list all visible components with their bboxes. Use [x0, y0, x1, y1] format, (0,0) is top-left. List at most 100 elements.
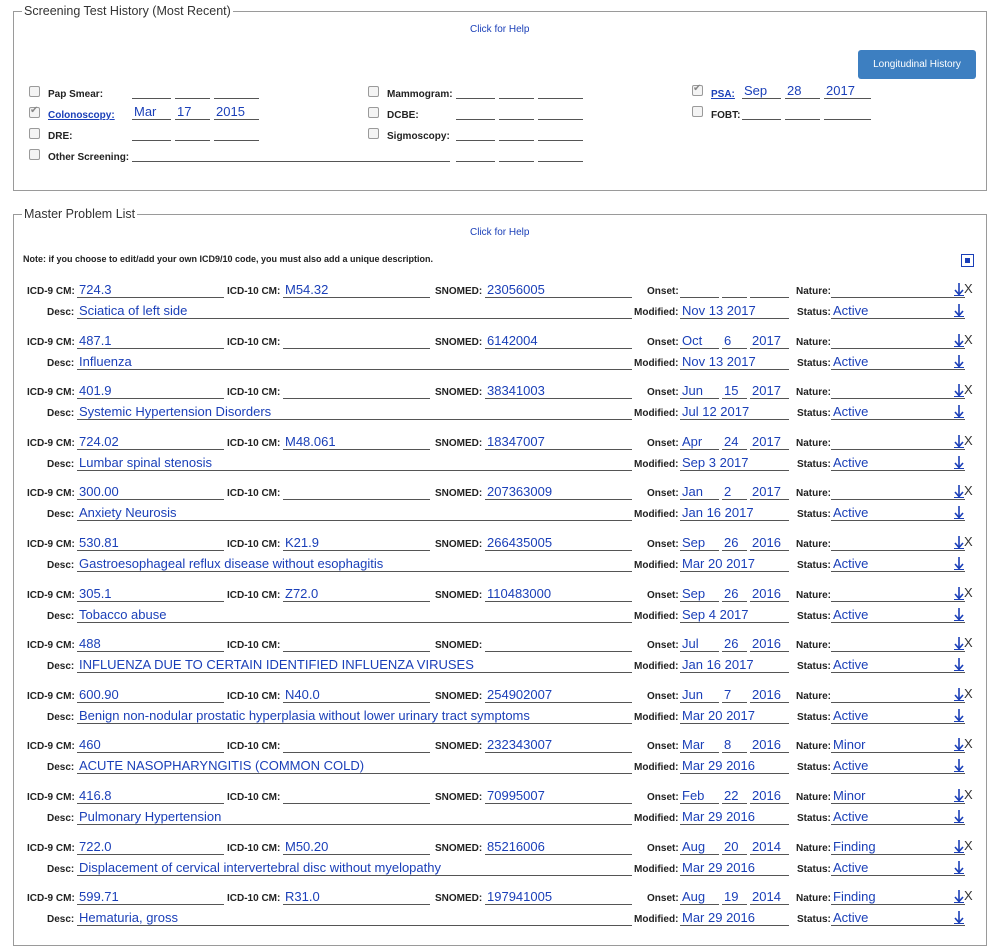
- onset-month-field[interactable]: Oct: [680, 332, 719, 349]
- snomed-field[interactable]: 197941005: [485, 888, 632, 906]
- remove-problem-button[interactable]: X: [964, 383, 973, 396]
- onset-year-field[interactable]: 2016: [750, 534, 789, 551]
- onset-year-field[interactable]: 2017: [750, 332, 789, 349]
- mammogram-day[interactable]: [499, 82, 534, 99]
- onset-day-field[interactable]: 22: [722, 787, 747, 804]
- status-dropdown-arrow-icon[interactable]: [954, 607, 964, 621]
- desc-field[interactable]: INFLUENZA DUE TO CERTAIN IDENTIFIED INFL…: [77, 656, 632, 674]
- pap-smear-checkbox[interactable]: [29, 86, 40, 97]
- status-dropdown-arrow-icon[interactable]: [954, 354, 964, 368]
- icd10-field[interactable]: [283, 332, 430, 349]
- status-select[interactable]: Active: [831, 859, 965, 876]
- other-screening-month[interactable]: [456, 145, 495, 162]
- onset-month-field[interactable]: Jul: [680, 635, 719, 653]
- sigmoscopy-checkbox[interactable]: [368, 128, 379, 139]
- onset-month-field[interactable]: Aug: [680, 888, 719, 906]
- nature-select[interactable]: [831, 433, 965, 450]
- icd10-field[interactable]: R31.0: [283, 888, 430, 906]
- snomed-field[interactable]: 85216006: [485, 838, 632, 855]
- onset-year-field[interactable]: 2017: [750, 433, 789, 450]
- status-dropdown-arrow-icon[interactable]: [954, 810, 964, 823]
- icd9-field[interactable]: 487.1: [77, 332, 224, 349]
- icd10-field[interactable]: Z72.0: [283, 585, 430, 602]
- remove-problem-button[interactable]: X: [964, 484, 973, 497]
- onset-month-field[interactable]: Jun: [680, 382, 719, 400]
- icd9-field[interactable]: 401.9: [77, 382, 224, 400]
- nature-select[interactable]: [831, 585, 965, 602]
- dcbe-day[interactable]: [499, 103, 534, 120]
- dcbe-checkbox[interactable]: [368, 107, 379, 118]
- remove-problem-button[interactable]: X: [964, 434, 973, 447]
- onset-day-field[interactable]: 19: [722, 888, 747, 906]
- onset-month-field[interactable]: Sep: [680, 534, 719, 551]
- icd9-field[interactable]: 488: [77, 635, 224, 653]
- colonoscopy-month[interactable]: Mar: [132, 103, 171, 120]
- desc-field[interactable]: Benign non-nodular prostatic hyperplasia…: [77, 707, 632, 724]
- psa-checkbox[interactable]: [692, 83, 703, 96]
- status-select[interactable]: Active: [831, 403, 965, 421]
- status-dropdown-arrow-icon[interactable]: [954, 860, 964, 874]
- nature-select[interactable]: [831, 686, 965, 703]
- status-dropdown-arrow-icon[interactable]: [954, 557, 964, 570]
- remove-problem-button[interactable]: X: [964, 282, 973, 295]
- onset-year-field[interactable]: 2016: [750, 736, 789, 754]
- onset-year-field[interactable]: 2014: [750, 838, 789, 855]
- icd9-field[interactable]: 724.3: [77, 281, 224, 298]
- desc-field[interactable]: Gastroesophageal reflux disease without …: [77, 555, 632, 572]
- icd10-field[interactable]: [283, 382, 430, 400]
- remove-problem-button[interactable]: X: [964, 687, 973, 700]
- nature-select[interactable]: Minor: [831, 787, 965, 804]
- colonoscopy-day[interactable]: 17: [175, 103, 210, 120]
- icd10-field[interactable]: [283, 483, 430, 501]
- status-select[interactable]: Active: [831, 504, 965, 522]
- icd9-field[interactable]: 724.02: [77, 433, 224, 450]
- nature-dropdown-arrow-icon[interactable]: [954, 586, 964, 600]
- status-dropdown-arrow-icon[interactable]: [954, 405, 964, 419]
- remove-problem-button[interactable]: X: [964, 889, 973, 902]
- nature-select[interactable]: Finding: [831, 838, 965, 855]
- nature-select[interactable]: [831, 483, 965, 501]
- status-select[interactable]: Active: [831, 757, 965, 775]
- onset-day-field[interactable]: 6: [722, 332, 747, 349]
- sigmoscopy-month[interactable]: [456, 124, 495, 141]
- nature-select[interactable]: Finding: [831, 888, 965, 906]
- remove-problem-button[interactable]: X: [964, 788, 973, 801]
- onset-month-field[interactable]: Feb: [680, 787, 719, 804]
- dcbe-year[interactable]: [538, 103, 583, 120]
- nature-select[interactable]: [831, 281, 965, 298]
- icd10-field[interactable]: N40.0: [283, 686, 430, 703]
- onset-month-field[interactable]: Apr: [680, 433, 719, 450]
- onset-year-field[interactable]: 2016: [750, 787, 789, 804]
- onset-month-field[interactable]: Jun: [680, 686, 719, 703]
- onset-month-field[interactable]: Aug: [680, 838, 719, 855]
- snomed-field[interactable]: 23056005: [485, 281, 632, 298]
- onset-year-field[interactable]: 2017: [750, 382, 789, 400]
- status-dropdown-arrow-icon[interactable]: [954, 455, 964, 469]
- status-dropdown-arrow-icon[interactable]: [954, 658, 964, 672]
- icd9-field[interactable]: 305.1: [77, 585, 224, 602]
- longitudinal-history-button[interactable]: Longitudinal History: [858, 50, 976, 79]
- status-select[interactable]: Active: [831, 353, 965, 370]
- nature-dropdown-arrow-icon[interactable]: [954, 839, 964, 853]
- snomed-field[interactable]: [485, 635, 632, 653]
- icd10-field[interactable]: [283, 736, 430, 754]
- icd9-field[interactable]: 530.81: [77, 534, 224, 551]
- expand-icon[interactable]: [961, 254, 974, 267]
- nature-dropdown-arrow-icon[interactable]: [954, 434, 964, 448]
- nature-dropdown-arrow-icon[interactable]: [954, 283, 964, 296]
- nature-select[interactable]: [831, 635, 965, 653]
- nature-dropdown-arrow-icon[interactable]: [954, 333, 964, 347]
- onset-year-field[interactable]: 2016: [750, 686, 789, 703]
- sigmoscopy-year[interactable]: [538, 124, 583, 141]
- status-select[interactable]: Active: [831, 302, 965, 319]
- colonoscopy-checkbox[interactable]: [29, 105, 40, 118]
- onset-year-field[interactable]: 2016: [750, 635, 789, 653]
- icd9-field[interactable]: 460: [77, 736, 224, 754]
- dre-checkbox[interactable]: [29, 128, 40, 139]
- psa-year[interactable]: 2017: [824, 82, 871, 99]
- other-screening-checkbox[interactable]: [29, 149, 40, 160]
- onset-day-field[interactable]: 15: [722, 382, 747, 400]
- nature-select[interactable]: [831, 382, 965, 400]
- onset-day-field[interactable]: [722, 281, 747, 298]
- snomed-field[interactable]: 266435005: [485, 534, 632, 551]
